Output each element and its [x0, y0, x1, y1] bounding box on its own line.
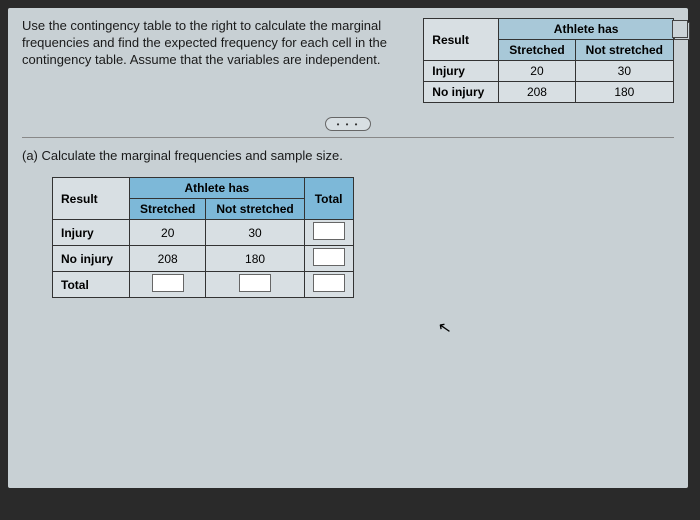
given-cell: 20: [499, 61, 575, 82]
answer-total-col1: [130, 272, 206, 298]
answer-col-group: Athlete has: [130, 178, 305, 199]
top-row: Use the contingency table to the right t…: [22, 18, 674, 103]
given-row-header: Result: [424, 19, 499, 61]
answer-row1-label: Injury: [53, 220, 130, 246]
given-cell: 180: [575, 82, 673, 103]
input-box[interactable]: [313, 248, 345, 266]
given-col1: Stretched: [499, 40, 575, 61]
answer-total-col2: [206, 272, 304, 298]
answer-total-row1: [304, 220, 353, 246]
answer-total-header: Total: [304, 178, 353, 220]
given-row2-label: No injury: [424, 82, 499, 103]
part-a-label: (a) Calculate the marginal frequencies a…: [22, 148, 674, 163]
answer-grand-total: [304, 272, 353, 298]
answer-cell: 20: [130, 220, 206, 246]
answer-area: Result Athlete has Total Stretched Not s…: [52, 177, 674, 298]
given-contingency-table: Result Athlete has Stretched Not stretch…: [423, 18, 674, 103]
answer-total-row2: [304, 246, 353, 272]
cursor-icon: ↖: [436, 317, 453, 339]
input-box[interactable]: [152, 274, 184, 292]
question-page: Use the contingency table to the right t…: [8, 8, 688, 488]
answer-contingency-table: Result Athlete has Total Stretched Not s…: [52, 177, 354, 298]
divider: [22, 137, 674, 138]
given-col2: Not stretched: [575, 40, 673, 61]
input-box[interactable]: [239, 274, 271, 292]
answer-cell: 30: [206, 220, 304, 246]
given-cell: 208: [499, 82, 575, 103]
answer-cell: 208: [130, 246, 206, 272]
instructions-text: Use the contingency table to the right t…: [22, 18, 413, 69]
answer-row-header: Result: [53, 178, 130, 220]
answer-row3-label: Total: [53, 272, 130, 298]
given-row1-label: Injury: [424, 61, 499, 82]
given-cell: 30: [575, 61, 673, 82]
input-box[interactable]: [313, 274, 345, 292]
copy-icon[interactable]: [674, 22, 690, 40]
answer-col2: Not stretched: [206, 199, 304, 220]
expand-button[interactable]: • • •: [325, 117, 371, 131]
input-box[interactable]: [313, 222, 345, 240]
answer-col1: Stretched: [130, 199, 206, 220]
answer-row2-label: No injury: [53, 246, 130, 272]
given-col-group: Athlete has: [499, 19, 674, 40]
answer-cell: 180: [206, 246, 304, 272]
